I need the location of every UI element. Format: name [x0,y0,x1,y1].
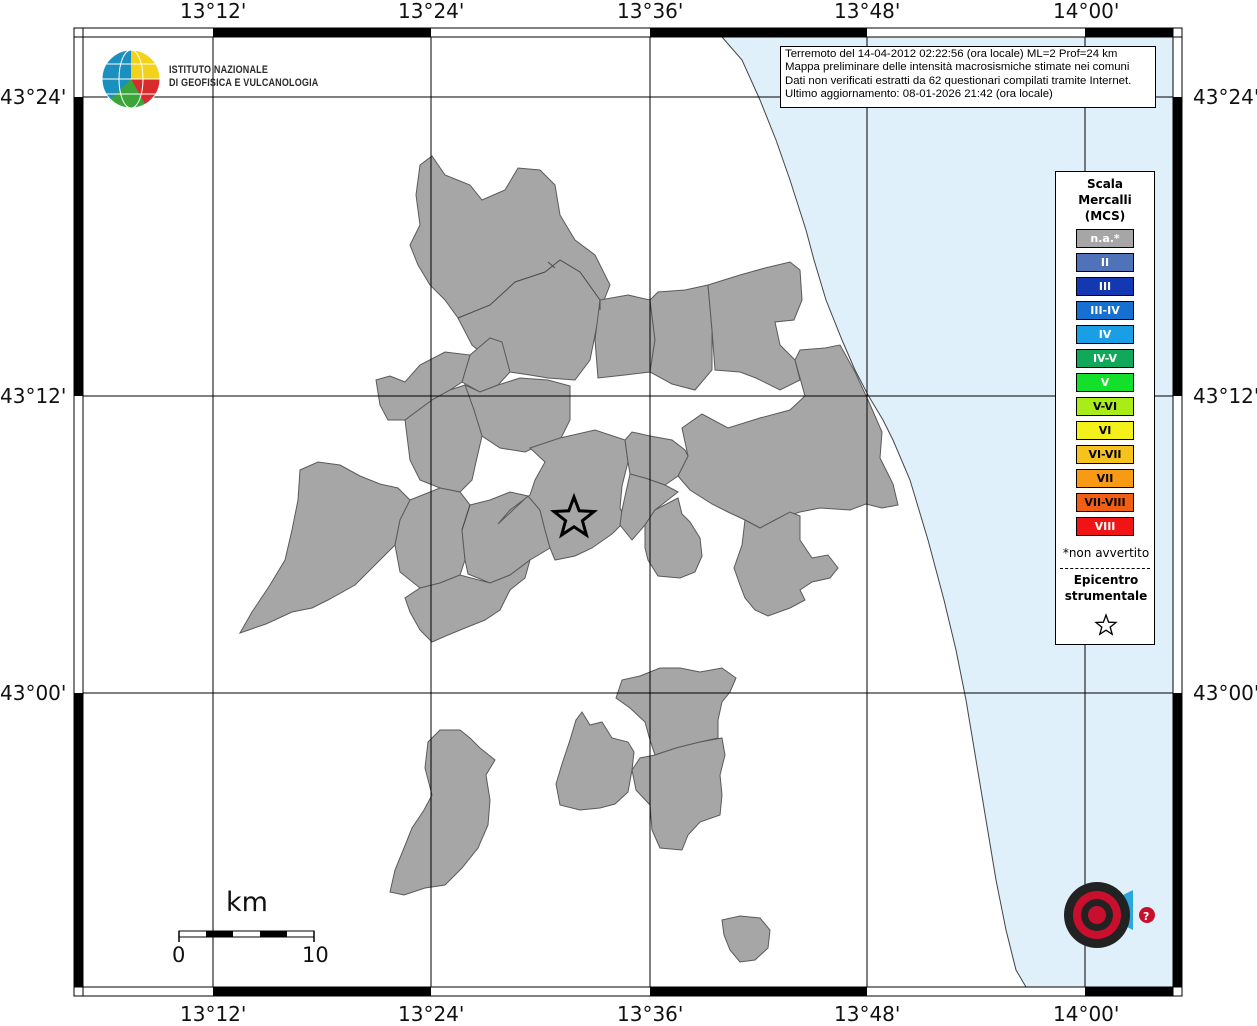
legend-item: n.a.* [1076,229,1134,248]
left-tick-label: 43°12' [0,384,67,408]
legend-item: III-IV [1076,301,1134,320]
left-tick-label: 43°24' [0,85,67,109]
legend-item: VII [1076,469,1134,488]
legend-item: VIII [1076,517,1134,536]
municipality [707,261,803,391]
bottom-tick-label: 13°24' [398,1002,465,1026]
legend-item: VI-VII [1076,445,1134,464]
top-tick-label: 13°48' [834,0,901,23]
municipalities [238,155,899,963]
scale-start-label: 0 [172,943,186,967]
event-info-box: Terremoto del 14-04-2012 02:22:56 (ora l… [780,46,1156,108]
bottom-tick-label: 14°00' [1053,1002,1120,1026]
right-tick-label: 43°00' [1193,681,1257,705]
municipality [649,284,713,391]
bottom-tick-label: 13°36' [617,1002,684,1026]
municipality [733,511,839,617]
scale-bar [178,930,315,942]
municipality [409,155,611,381]
legend-item: VII-VIII [1076,493,1134,512]
ingv-logo-text: ISTITUTO NAZIONALE DI GEOFISICA E VULCAN… [169,64,319,89]
right-tick-label: 43°24' [1193,85,1257,109]
legend-item: V [1076,373,1134,392]
legend-item: VI [1076,421,1134,440]
ingv-globe-logo [101,49,161,109]
svg-text:?: ? [1143,910,1149,923]
municipality [389,729,496,896]
info-line-event: Terremoto del 14-04-2012 02:22:56 (ora l… [785,48,1118,60]
top-tick-label: 13°36' [617,0,684,23]
legend-separator [1060,568,1150,569]
info-line-map: Mappa preliminare delle intensità macros… [785,61,1130,74]
municipality [631,737,726,851]
legend-item: IV-V [1076,349,1134,368]
scale-end-label: 10 [302,943,329,967]
municipality [238,461,411,634]
top-tick-label: 13°12' [180,0,247,23]
top-tick-label: 13°24' [398,0,465,23]
municipality [594,294,656,379]
legend-item: II [1076,253,1134,272]
legend-item: IV [1076,325,1134,344]
municipality [555,711,635,811]
legend-item: V-VI [1076,397,1134,416]
info-line-data: Dati non verificati estratti da 62 quest… [785,74,1132,87]
legend-items: n.a.* II III III-IV IV IV-V V V-VI VI VI-VII VII VI… [1076,229,1134,541]
mcs-legend: Scala Mercalli (MCS) n.a.* II III III-IV IV I… [1055,171,1155,645]
legend-title: Scala Mercalli (MCS) [1078,177,1132,223]
legend-item: III [1076,277,1134,296]
municipality [721,915,771,963]
left-tick-label: 43°00' [0,681,67,705]
bottom-tick-label: 13°48' [834,1002,901,1026]
legend-note: *non avvertito [1062,546,1150,560]
legend-epicenter-label: Epicentro strumentale [1064,573,1148,603]
info-line-updated: Ultimo aggiornamento: 08-01-2026 21:42 (… [785,87,1053,100]
legend-star-icon [1094,613,1118,636]
right-tick-label: 43°12' [1193,384,1257,408]
top-tick-label: 14°00' [1053,0,1120,23]
bottom-tick-label: 13°12' [180,1002,247,1026]
scale-unit-label: km [226,887,268,918]
